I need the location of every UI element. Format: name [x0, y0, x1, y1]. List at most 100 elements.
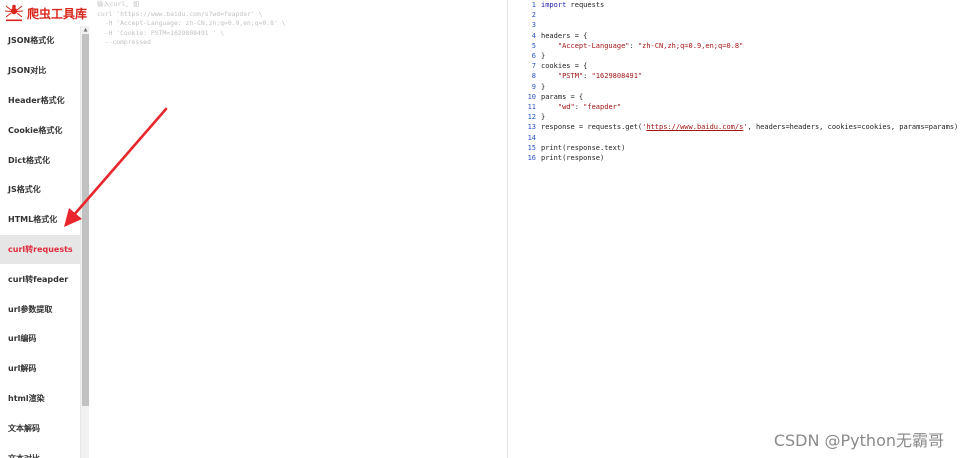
- code-line: 16 print(response): [510, 153, 960, 163]
- code-text: }: [541, 83, 545, 91]
- requests-output-code[interactable]: 1 import requests 2 3 4 headers = {5 "Accept-…: [510, 0, 960, 458]
- code-line: 2: [510, 10, 960, 20]
- code-line: 9}: [510, 82, 960, 92]
- code-token: "zh-CN,zh;q=0.9,en;q=0.8": [637, 41, 744, 50]
- code-text: cookies = {: [541, 62, 587, 70]
- sidebar-item-label: html渲染: [8, 393, 45, 403]
- sidebar-item-label: url参数提取: [8, 304, 53, 314]
- code-text: print(response): [541, 154, 604, 162]
- code-token: import: [541, 1, 567, 10]
- code-line: 1 import requests: [510, 0, 960, 10]
- sidebar-item-10[interactable]: url编码: [0, 324, 80, 354]
- code-token: cookies = {: [541, 62, 588, 71]
- sidebar-item-label: url解码: [8, 364, 37, 374]
- sidebar-item-4[interactable]: Dict格式化: [0, 145, 80, 175]
- sidebar-item-label: HTML格式化: [8, 215, 58, 225]
- spider-logo-icon: [4, 4, 24, 22]
- line-number: 7: [531, 62, 536, 71]
- sidebar-item-label: JSON对比: [8, 66, 47, 76]
- code-line: 10 params = {: [510, 92, 960, 102]
- sidebar-item-8[interactable]: curl转feapder: [0, 264, 80, 294]
- code-token: "PSTM": [557, 72, 584, 81]
- sidebar-item-6[interactable]: HTML格式化: [0, 205, 80, 235]
- line-number: 6: [531, 52, 536, 61]
- code-token: print(response.text): [541, 143, 626, 152]
- code-line: 5 "Accept-Language": "zh-CN,zh;q=0.9,en;…: [510, 41, 960, 51]
- code-line: 12}: [510, 112, 960, 122]
- line-number: 14: [527, 133, 536, 142]
- logo[interactable]: 爬虫工具库: [0, 0, 88, 26]
- sidebar-item-5[interactable]: JS格式化: [0, 175, 80, 205]
- code-line: 14: [510, 132, 960, 142]
- code-text: response = requests.get('https://www.bai…: [541, 123, 958, 131]
- line-number: 12: [527, 113, 536, 122]
- sidebar-item-14[interactable]: 文本对比: [0, 443, 80, 458]
- code-text: "Accept-Language": "zh-CN,zh;q=0.9,en;q=…: [541, 42, 743, 50]
- code-text: }: [541, 113, 545, 121]
- sidebar-item-12[interactable]: html渲染: [0, 384, 80, 414]
- code-line: 15 print(response.text): [510, 143, 960, 153]
- code-token: headers = {: [541, 31, 588, 40]
- line-number: 11: [527, 102, 536, 111]
- line-number: 10: [527, 92, 536, 101]
- sidebar-item-label: Cookie格式化: [8, 125, 63, 135]
- code-token: "Accept-Language": [557, 41, 630, 50]
- sidebar-item-3[interactable]: Cookie格式化: [0, 115, 80, 145]
- code-text: "PSTM": "1629808491": [541, 72, 642, 80]
- code-url-link[interactable]: https://www.baidu.com/s: [646, 123, 743, 131]
- code-line: 4 headers = {: [510, 31, 960, 41]
- code-line: 3: [510, 20, 960, 30]
- curl-input-area[interactable]: 输入curl, 如 curl 'https://www.baidu.com/s?…: [90, 0, 508, 458]
- code-token: "wd": [557, 102, 575, 111]
- sidebar-item-label: url编码: [8, 334, 37, 344]
- line-number: 16: [527, 153, 536, 162]
- line-number: 5: [531, 41, 536, 50]
- code-line: 7 cookies = {: [510, 61, 960, 71]
- code-token: "feapder": [583, 102, 622, 111]
- line-number: 13: [527, 123, 536, 132]
- code-text: headers = {: [541, 32, 587, 40]
- code-token: }: [541, 82, 546, 91]
- sidebar-item-label: JSON格式化: [8, 36, 55, 46]
- sidebar-item-label: curl转feapder: [8, 274, 69, 284]
- code-token: print(response): [541, 153, 605, 162]
- line-number: 4: [531, 31, 536, 40]
- sidebar-item-7[interactable]: curl转requests: [0, 234, 80, 265]
- scroll-thumb[interactable]: [82, 34, 89, 406]
- code-token: :: [574, 102, 584, 111]
- watermark: CSDN @Python无霸哥: [773, 431, 944, 450]
- scroll-up-arrow-icon[interactable]: ▲: [81, 26, 90, 34]
- sidebar-item-2[interactable]: Header格式化: [0, 86, 80, 116]
- line-number: 15: [527, 143, 536, 152]
- code-text: params = {: [541, 93, 583, 101]
- line-number: 9: [531, 82, 536, 91]
- line-number: 1: [531, 1, 536, 10]
- code-token: , headers=headers, cookies=cookies, para…: [747, 123, 959, 132]
- code-text: import requests: [541, 1, 604, 9]
- code-token: :: [629, 41, 638, 50]
- sidebar-item-11[interactable]: url解码: [0, 354, 80, 384]
- line-number: 2: [531, 11, 536, 20]
- line-number: 8: [531, 72, 536, 81]
- code-token: }: [541, 113, 546, 122]
- sidebar-item-0[interactable]: JSON格式化: [0, 26, 80, 56]
- sidebar-item-label: JS格式化: [8, 185, 41, 195]
- line-number: 3: [531, 21, 536, 30]
- sidebar-item-13[interactable]: 文本解码: [0, 413, 80, 443]
- code-token: params = {: [541, 92, 584, 101]
- sidebar-scrollbar[interactable]: ▲: [80, 26, 89, 458]
- logo-text: 爬虫工具库: [27, 6, 88, 21]
- curl-input-placeholder: 输入curl, 如 curl 'https://www.baidu.com/s?…: [97, 0, 286, 47]
- sidebar-menu: JSON格式化 JSON对比 Header格式化 Cookie格式化 Dict格式化 JS…: [0, 26, 80, 458]
- sidebar-item-label: 文本对比: [8, 453, 40, 458]
- sidebar-item-1[interactable]: JSON对比: [0, 56, 80, 86]
- code-text: print(response.text): [541, 144, 625, 152]
- code-token: response = requests.get(: [541, 123, 643, 132]
- sidebar-item-label: Dict格式化: [8, 155, 50, 165]
- code-line: 13 response = requests.get('https://www.b…: [510, 122, 960, 132]
- sidebar: 爬虫工具库 JSON格式化 JSON对比 Header格式化 Cookie格式化 Dic…: [0, 0, 87, 458]
- sidebar-item-9[interactable]: url参数提取: [0, 294, 80, 324]
